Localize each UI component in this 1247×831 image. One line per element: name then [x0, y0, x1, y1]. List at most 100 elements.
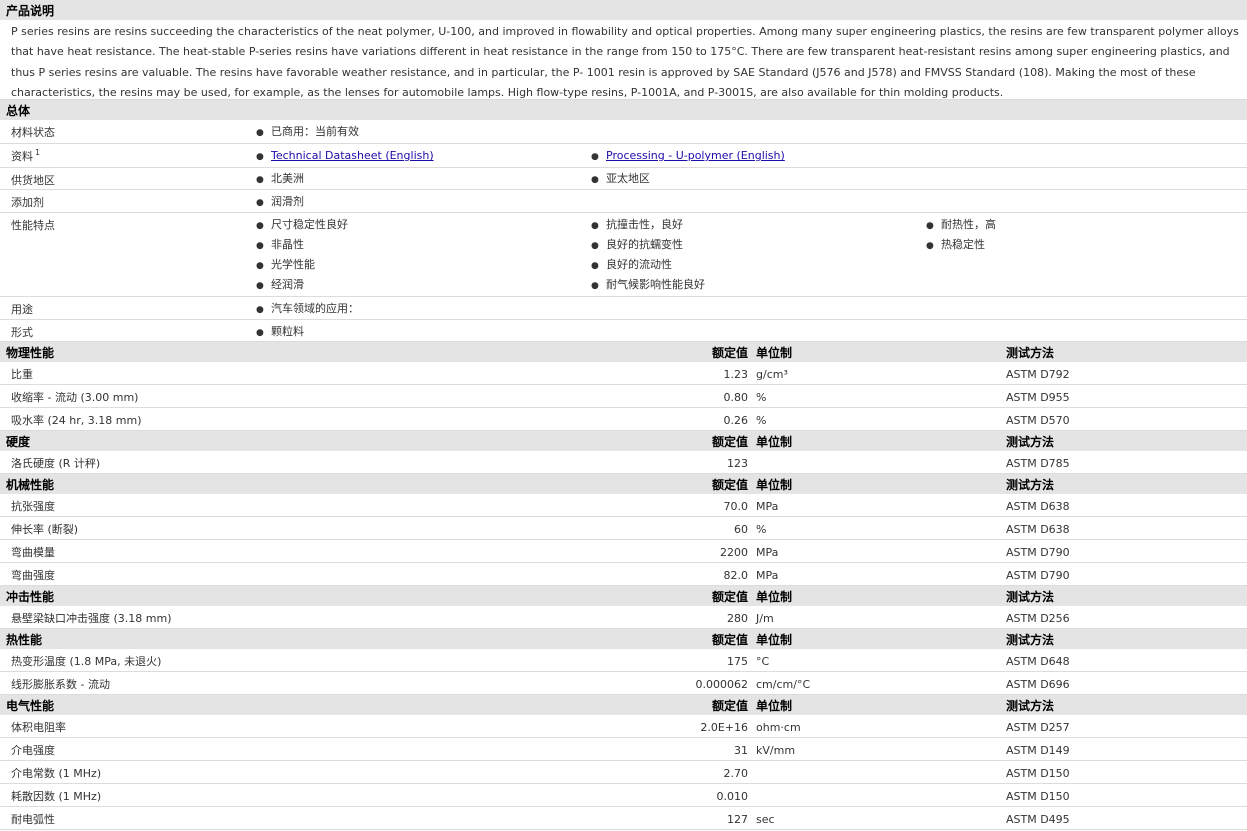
- section-header-mechanical: 机械性能 额定值 单位制 测试方法: [0, 474, 1247, 494]
- table-row: 悬壁梁缺口冲击强度 (3.18 mm) 280 J/m ASTM D256: [0, 606, 1247, 629]
- property-label: 洛氏硬度 (R 计秤): [11, 457, 101, 470]
- property-value: 2200: [720, 546, 748, 559]
- row-label: 用途: [11, 303, 33, 316]
- property-label: 体积电阻率: [11, 721, 66, 734]
- list-item: ● 耐热性，高: [926, 213, 996, 233]
- property-value: 82.0: [723, 569, 749, 582]
- table-row: 线形膨胀系数 - 流动 0.000062 cm/cm/°C ASTM D696: [0, 672, 1247, 695]
- property-unit: %: [756, 523, 767, 536]
- test-method: ASTM D955: [1006, 391, 1070, 404]
- row-label: 性能特点: [11, 219, 55, 232]
- property-label: 悬壁梁缺口冲击强度 (3.18 mm): [11, 612, 172, 625]
- section-header-impact: 冲击性能 额定值 单位制 测试方法: [0, 586, 1247, 606]
- value-column: ● 润滑剂: [256, 190, 304, 210]
- property-value: 1.23: [723, 368, 749, 381]
- section-title: 机械性能: [6, 478, 55, 492]
- section-header-electrical: 电气性能 额定值 单位制 测试方法: [0, 695, 1247, 715]
- general-row-forms: 形式 ● 颗粒料: [0, 320, 1247, 342]
- value-column-header: 额定值: [711, 478, 748, 492]
- method-column-header: 测试方法: [1006, 699, 1055, 713]
- value-column: ● 北美洲: [256, 167, 304, 187]
- description-row: P series resins are resins succeeding th…: [0, 20, 1247, 100]
- test-method: ASTM D257: [1006, 721, 1070, 734]
- property-value: 0.000062: [695, 678, 749, 691]
- test-method: ASTM D150: [1006, 790, 1070, 803]
- test-method: ASTM D256: [1006, 612, 1070, 625]
- method-column-header: 测试方法: [1006, 590, 1055, 604]
- property-unit: sec: [756, 813, 775, 826]
- table-row: 耗散因数 (1 MHz) 0.010 ASTM D150: [0, 784, 1247, 807]
- table-row: 抗张强度 70.0 MPa ASTM D638: [0, 494, 1247, 517]
- property-value: 0.80: [723, 391, 749, 404]
- value-column: ● Technical Datasheet (English): [256, 144, 434, 164]
- property-label: 吸水率 (24 hr, 3.18 mm): [11, 414, 142, 427]
- row-label: 资料 1: [11, 148, 41, 163]
- test-method: ASTM D785: [1006, 457, 1070, 470]
- table-row: 伸长率 (断裂) 60 % ASTM D638: [0, 517, 1247, 540]
- test-method: ASTM D638: [1006, 500, 1070, 513]
- method-column-header: 测试方法: [1006, 633, 1055, 647]
- table-row: 吸水率 (24 hr, 3.18 mm) 0.26 % ASTM D570: [0, 408, 1247, 431]
- list-item: ● 北美洲: [256, 167, 304, 187]
- property-unit: MPa: [756, 569, 779, 582]
- value-column-header: 额定值: [711, 590, 748, 604]
- property-value: 2.0E+16: [700, 721, 748, 734]
- value-column: ● 汽车领域的应用：: [256, 297, 359, 317]
- property-value: 123: [727, 457, 748, 470]
- property-unit: %: [756, 414, 767, 427]
- property-label: 热变形温度 (1.8 MPa, 未退火): [11, 655, 162, 668]
- table-row: 耐电弧性 127 sec ASTM D495: [0, 807, 1247, 830]
- property-value: 0.26: [723, 414, 749, 427]
- value-column: ● 耐热性，高 ● 热稳定性: [926, 213, 996, 253]
- test-method: ASTM D638: [1006, 523, 1070, 536]
- property-label: 比重: [11, 368, 33, 381]
- test-method: ASTM D790: [1006, 546, 1070, 559]
- property-unit: MPa: [756, 500, 779, 513]
- list-item: ● 热稳定性: [926, 233, 996, 253]
- section-header-physical: 物理性能 额定值 单位制 测试方法: [0, 342, 1247, 362]
- property-value: 175: [727, 655, 748, 668]
- section-title: 电气性能: [6, 699, 55, 713]
- value-column: ● 抗撞击性，良好 ● 良好的抗蠕变性 ● 良好的流动性 ● 耐气候影响性能良好: [591, 213, 705, 293]
- table-row: 体积电阻率 2.0E+16 ohm·cm ASTM D257: [0, 715, 1247, 738]
- technical-datasheet-link[interactable]: Technical Datasheet (English): [271, 149, 434, 162]
- general-row-uses: 用途 ● 汽车领域的应用：: [0, 297, 1247, 320]
- list-item: ● 良好的抗蠕变性: [591, 233, 705, 253]
- general-row-availability: 供货地区 ● 北美洲 ● 亚太地区: [0, 168, 1247, 190]
- section-title: 硬度: [6, 435, 31, 449]
- list-item: ● 润滑剂: [256, 190, 304, 210]
- test-method: ASTM D150: [1006, 767, 1070, 780]
- section-header-hardness: 硬度 额定值 单位制 测试方法: [0, 431, 1247, 451]
- test-method: ASTM D149: [1006, 744, 1070, 757]
- footnote-marker: 1: [35, 148, 41, 157]
- property-unit: J/m: [756, 612, 774, 625]
- processing-guide-link[interactable]: Processing - U-polymer (English): [606, 149, 785, 162]
- property-label: 抗张强度: [11, 500, 55, 513]
- bullet-icon: ●: [591, 281, 599, 291]
- value-column: ● 颗粒料: [256, 320, 304, 340]
- description-text: P series resins are resins succeeding th…: [11, 25, 1239, 100]
- property-label: 介电常数 (1 MHz): [11, 767, 102, 780]
- property-unit: ohm·cm: [756, 721, 801, 734]
- bullet-icon: ●: [256, 281, 264, 291]
- general-row-documents: 资料 1 ● Technical Datasheet (English) ● Proc…: [0, 144, 1247, 168]
- list-item: ● 尺寸稳定性良好: [256, 213, 348, 233]
- list-item: ● 良好的流动性: [591, 253, 705, 273]
- unit-column-header: 单位制: [756, 346, 793, 360]
- property-label: 介电强度: [11, 744, 55, 757]
- row-label: 添加剂: [11, 196, 44, 209]
- bullet-icon: ●: [591, 152, 599, 162]
- list-item: ● 颗粒料: [256, 320, 304, 340]
- property-unit: °C: [756, 655, 770, 668]
- value-column: ● 亚太地区: [591, 167, 650, 187]
- property-unit: %: [756, 391, 767, 404]
- row-label: 供货地区: [11, 174, 55, 187]
- bullet-icon: ●: [256, 198, 264, 208]
- method-column-header: 测试方法: [1006, 478, 1055, 492]
- list-item: ● Technical Datasheet (English): [256, 144, 434, 164]
- property-label: 弯曲强度: [11, 569, 55, 582]
- value-column: ● 已商用：当前有效: [256, 120, 359, 140]
- list-item: ● Processing - U-polymer (English): [591, 144, 785, 164]
- test-method: ASTM D792: [1006, 368, 1070, 381]
- bullet-icon: ●: [926, 241, 934, 251]
